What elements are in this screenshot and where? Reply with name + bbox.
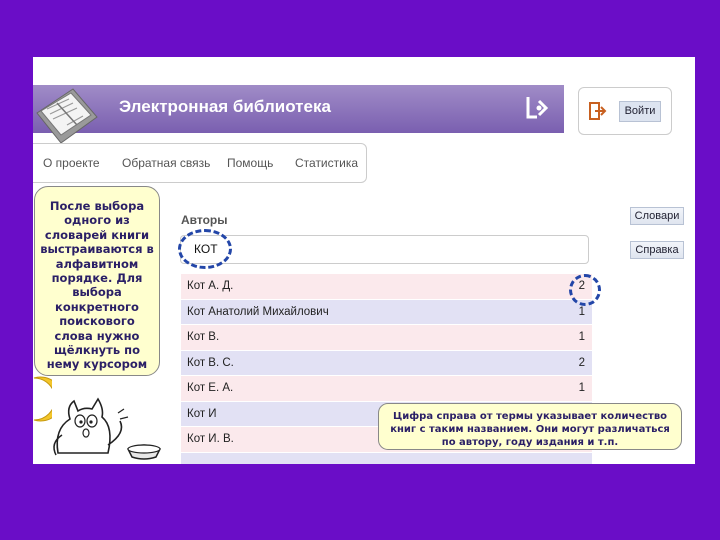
row-name: Кот А. Д. xyxy=(187,280,234,292)
row-name: Кот В. С. xyxy=(187,356,234,369)
callout-text: Цифра справа от термы указывает количест… xyxy=(390,411,670,448)
login-button[interactable]: Войти xyxy=(619,101,661,122)
nav-item-statistics[interactable]: Статистика xyxy=(295,156,358,170)
section-label-authors: Авторы xyxy=(181,213,228,227)
nav-bar: О проекте Обратная связь Помощь Статисти… xyxy=(33,143,367,183)
app-header: Электронная библиотека xyxy=(33,85,564,133)
row-name: Кот И. В. xyxy=(187,433,234,445)
login-panel: Войти xyxy=(578,87,672,135)
nav-item-about[interactable]: О проекте xyxy=(43,156,100,170)
row-count: 1 xyxy=(578,305,585,318)
row-name: Кот Е. А. xyxy=(187,382,234,394)
table-row[interactable] xyxy=(181,452,592,464)
table-row[interactable]: Кот А. Д. 2 xyxy=(181,274,592,300)
row-count: 1 xyxy=(578,331,585,343)
table-row[interactable]: Кот Е. А. 1 xyxy=(181,376,592,402)
book-logo-icon xyxy=(36,88,98,144)
speech-bubble: После выбора одного из словарей книги вы… xyxy=(34,186,160,376)
dictionaries-button[interactable]: Словари xyxy=(630,207,684,225)
table-row[interactable]: Кот В. 1 xyxy=(181,325,592,351)
count-highlight-circle xyxy=(569,274,601,306)
row-name: Кот В. xyxy=(187,331,220,343)
row-count: 1 xyxy=(578,382,585,394)
nav-item-feedback[interactable]: Обратная связь xyxy=(122,156,210,170)
cat-illustration xyxy=(53,397,162,460)
row-name: Кот И xyxy=(187,407,217,420)
login-icon[interactable] xyxy=(589,101,607,121)
bubble-text: После выбора одного из словарей книги вы… xyxy=(40,199,154,372)
app-title: Электронная библиотека xyxy=(119,97,331,116)
table-row[interactable]: Кот В. С. 2 xyxy=(181,350,592,376)
search-highlight-circle xyxy=(178,229,232,269)
row-count: 2 xyxy=(578,356,585,369)
search-input[interactable]: КОТ xyxy=(180,235,589,264)
table-row[interactable]: Кот Анатолий Михайлович 1 xyxy=(181,299,592,325)
nav-item-help[interactable]: Помощь xyxy=(227,156,273,170)
logo-icon xyxy=(526,97,549,119)
row-name: Кот Анатолий Михайлович xyxy=(187,305,329,318)
count-explanation-callout: Цифра справа от термы указывает количест… xyxy=(378,403,682,450)
help-button[interactable]: Справка xyxy=(630,241,684,259)
